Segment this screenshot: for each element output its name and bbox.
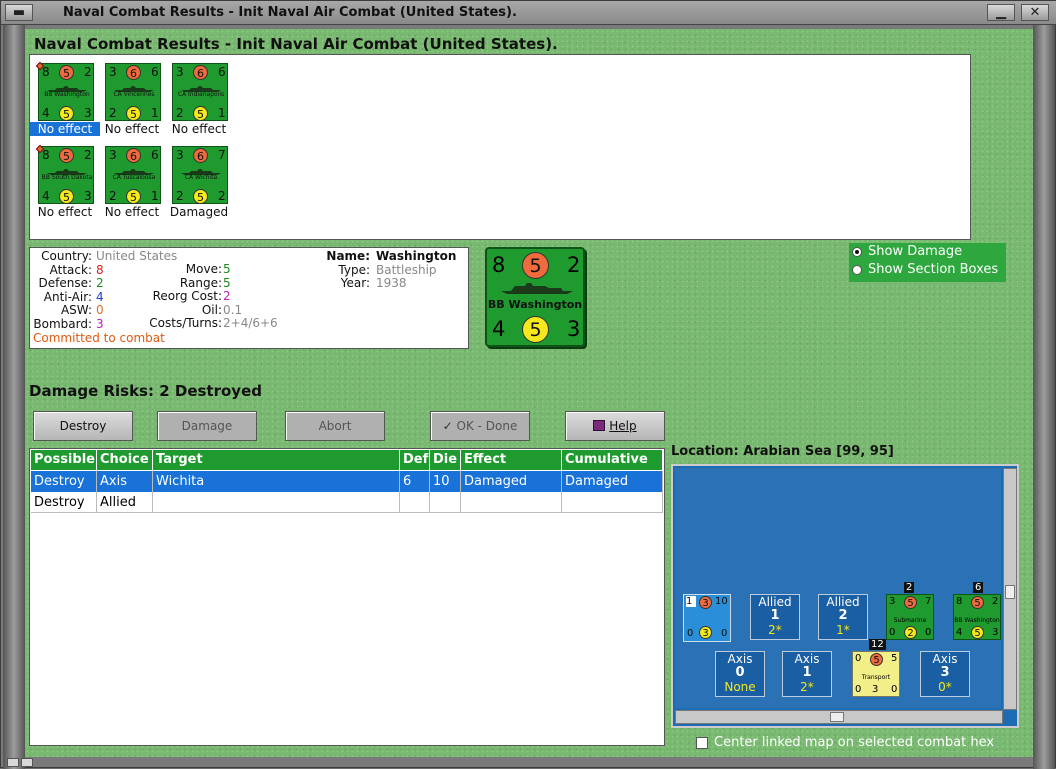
destroy-button[interactable]: Destroy — [33, 411, 133, 441]
reorg-value: 2 — [223, 289, 231, 303]
costs-value: 2+4/6+6 — [223, 316, 278, 330]
move-value: 5 — [223, 262, 231, 276]
vertical-scroll-thumb[interactable] — [1005, 585, 1015, 599]
table-row[interactable]: Destroy Axis Wichita 6 10 Damaged Damage… — [31, 471, 663, 492]
selected-unit-counter: 8 5 2 BB Washington 4 5 3 — [485, 247, 585, 347]
show-damage-radio[interactable] — [852, 247, 862, 257]
year-value: 1938 — [376, 276, 407, 290]
col-header-target[interactable]: Target — [153, 450, 400, 470]
unit-result-label: No effect — [104, 122, 160, 136]
unit-result-label: No effect — [171, 122, 227, 136]
stack-count-badge: 6 — [973, 582, 984, 593]
left-frame — [3, 25, 25, 769]
map-bb-washington-counter[interactable]: 8 5 2 BB Washington 4 5 3 — [953, 594, 1001, 640]
checkmark-icon: ✓ — [442, 419, 453, 433]
title-bar: ▬ Naval Combat Results - Init Naval Air … — [1, 1, 1056, 25]
damage-table: Possible Choice Target Def Die Effect Cu… — [29, 448, 665, 746]
unit-counter[interactable]: 8 5 2 BB South Dakota 4 5 3 — [35, 144, 94, 204]
right-frame — [1033, 25, 1055, 769]
unit-result-label: No effect — [30, 122, 100, 136]
col-header-choice[interactable]: Choice — [97, 450, 153, 470]
location-label: Location: Arabian Sea [99, 95] — [671, 444, 894, 459]
status-text: Committed to combat — [33, 331, 165, 345]
oil-value: 0.1 — [223, 302, 243, 317]
stack-count-badge: 2 — [904, 582, 915, 593]
axis-combat-box[interactable]: Axis 3 0* — [920, 651, 970, 697]
info-labels-col3: Name: Type: Year: — [326, 249, 370, 290]
system-menu-button[interactable]: ▬ — [5, 4, 33, 21]
axis-combat-box[interactable]: Axis 1 2* — [782, 651, 832, 697]
allied-carrier-counter[interactable]: 1 3 10 0 3 0 — [683, 594, 731, 642]
minimize-button[interactable]: ▁ — [987, 4, 1015, 21]
center-map-label[interactable]: Center linked map on selected combat hex — [714, 735, 994, 750]
page-heading: Naval Combat Results - Init Naval Air Co… — [34, 35, 558, 53]
horizontal-scroll-thumb[interactable] — [830, 712, 844, 722]
col-header-possible[interactable]: Possible — [31, 450, 97, 470]
allied-combat-box[interactable]: Allied 2 1* — [818, 594, 868, 640]
unit-info-panel: Country: Attack: Defense: Anti-Air: ASW:… — [29, 247, 469, 349]
col-header-die[interactable]: Die — [430, 450, 461, 470]
unit-counter[interactable]: 3 6 6 CA Indianapolis 2 5 1 — [172, 63, 228, 121]
stack-count-badge: 12 — [869, 639, 886, 650]
unit-counter[interactable]: 8 5 2 BB Washington 4 5 3 — [35, 61, 94, 121]
show-section-boxes-label[interactable]: Show Section Boxes — [868, 262, 998, 277]
col-header-def[interactable]: Def — [400, 450, 430, 470]
naval-combat-window: ▬ Naval Combat Results - Init Naval Air … — [0, 0, 1056, 769]
damage-button[interactable]: Damage — [157, 411, 257, 441]
center-map-checkbox[interactable] — [696, 737, 708, 749]
info-labels-col2: Move: Range: Reorg Cost: Oil: Costs/Turn… — [149, 262, 222, 330]
info-values-col3: Washington Battleship 1938 — [376, 249, 457, 291]
info-values-col2: 5 5 2 0.1 2+4/6+6 — [223, 262, 278, 331]
display-options: Show Damage Show Section Boxes — [849, 243, 1006, 282]
unit-counter[interactable]: 3 6 6 CA Tuscaloosa 2 5 1 — [105, 146, 161, 204]
close-button[interactable]: ✕ — [1021, 4, 1049, 21]
damage-risks-label: Damage Risks: 2 Destroyed — [29, 382, 262, 400]
help-book-icon — [593, 420, 606, 431]
ok-done-button[interactable]: ✓ OK - Done — [430, 411, 530, 441]
unit-counter[interactable]: 3 6 6 CA Vincennes 2 5 1 — [105, 63, 161, 121]
country-value: United States — [96, 249, 178, 263]
submarine-counter[interactable]: 3 5 7 Submarine 0 2 0 — [886, 594, 934, 640]
unit-counter[interactable]: 3 6 7 CA Wichita 2 5 2 — [172, 146, 228, 204]
map-vertical-scrollbar[interactable] — [1003, 468, 1017, 710]
battleship-silhouette-icon — [501, 283, 573, 294]
transport-counter[interactable]: 0 5 5 Transport 0 3 0 — [852, 651, 900, 697]
show-section-boxes-radio[interactable] — [852, 265, 862, 275]
show-damage-label[interactable]: Show Damage — [868, 244, 962, 259]
axis-combat-box[interactable]: Axis 0 None — [715, 651, 765, 697]
table-row[interactable]: Destroy Allied — [31, 492, 663, 513]
col-header-cumulative[interactable]: Cumulative — [562, 450, 663, 470]
help-button[interactable]: Help — [565, 411, 665, 441]
unit-result-label: No effect — [104, 205, 160, 219]
resize-tab-icon[interactable] — [7, 758, 19, 767]
map-horizontal-scrollbar[interactable] — [675, 710, 1003, 724]
info-labels-col1: Country: Attack: Defense: Anti-Air: ASW:… — [33, 249, 92, 331]
help-label: Help — [609, 419, 637, 433]
ok-done-label: OK - Done — [456, 419, 518, 433]
resize-tab-icon[interactable] — [21, 758, 33, 767]
name-value: Washington — [376, 249, 457, 263]
col-header-effect[interactable]: Effect — [461, 450, 562, 470]
window-title: Naval Combat Results - Init Naval Air Co… — [63, 5, 517, 20]
unit-result-label: Damaged — [169, 205, 229, 219]
type-value: Battleship — [376, 262, 437, 277]
range-value: 5 — [223, 275, 231, 290]
unit-result-label: No effect — [37, 205, 93, 219]
allied-combat-box[interactable]: Allied 1 2* — [750, 594, 800, 640]
abort-button[interactable]: Abort — [285, 411, 385, 441]
